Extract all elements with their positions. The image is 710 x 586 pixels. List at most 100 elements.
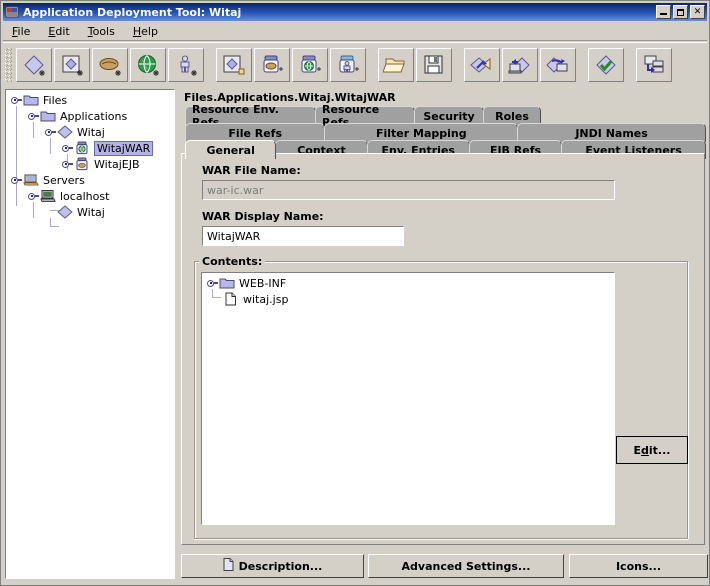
general-tab-panel: WAR File Name: war-ic.war WAR Display Na… — [181, 153, 705, 545]
description-button-label: Description... — [238, 559, 323, 573]
tree-item-applications[interactable]: Applications — [27, 108, 127, 124]
menu-item-file[interactable]: File — [3, 24, 39, 39]
tree-connector — [50, 138, 51, 154]
tree-item-label: Witaj — [77, 125, 105, 139]
advanced-settings-button[interactable]: Advanced Settings... — [368, 554, 564, 578]
tree-item-label: Files — [43, 93, 68, 107]
war-file-name-field: war-ic.war — [202, 180, 615, 200]
tab-bar: Resource Env. Refs Resource Refs Securit… — [181, 103, 706, 159]
tree-expander-icon[interactable] — [44, 126, 57, 139]
tree-connector — [212, 297, 221, 298]
computer-icon — [40, 189, 56, 203]
new-web-component-icon[interactable] — [54, 48, 90, 82]
tree-item-witajejb[interactable]: WitajEJB — [61, 156, 140, 172]
edit-button[interactable]: Edit... — [616, 436, 688, 464]
edit-button-label: Edit... — [633, 443, 671, 457]
group-border-left-hi — [195, 262, 196, 539]
new-web-app-icon[interactable] — [130, 48, 166, 82]
main-content: Files Applications Witaj WitajWAR WitajE… — [3, 87, 708, 583]
tree-item-label: WitajWAR — [94, 140, 154, 156]
computer-icon — [23, 173, 39, 187]
title-bar: Application Deployment Tool: Witaj ✕ — [3, 3, 707, 21]
tree-item-label: WitajEJB — [94, 157, 140, 171]
contents-group-label: Contents: — [199, 255, 266, 268]
minimize-button[interactable] — [656, 5, 671, 19]
icons-button[interactable]: Icons... — [569, 554, 708, 578]
new-client-jar-icon[interactable] — [330, 48, 366, 82]
tree-item-witaj-deployed[interactable]: Witaj — [57, 204, 105, 220]
tree-item-label: Servers — [43, 173, 85, 187]
advanced-settings-button-label: Advanced Settings... — [401, 559, 531, 573]
war-display-name-input[interactable]: WitajWAR — [202, 226, 404, 246]
contents-item-label: witaj.jsp — [243, 292, 289, 306]
menu-item-edit[interactable]: Edit — [39, 24, 78, 39]
close-button[interactable]: ✕ — [690, 5, 705, 19]
detail-pane: Files.Applications.Witaj.WitajWAR Resour… — [181, 87, 708, 583]
file-icon — [223, 292, 239, 306]
undeploy-icon[interactable] — [540, 48, 576, 82]
server-config-icon[interactable] — [636, 48, 672, 82]
app-icon — [5, 5, 19, 19]
tree-expander-icon[interactable] — [61, 142, 74, 155]
verify-icon[interactable] — [588, 48, 624, 82]
save-icon[interactable] — [416, 48, 452, 82]
icons-button-label: Icons... — [615, 559, 662, 573]
group-border-right-hi — [688, 262, 689, 539]
tree-item-servers[interactable]: Servers — [10, 172, 85, 188]
tree-connector — [33, 122, 34, 138]
group-border-bottom-hi — [194, 539, 688, 540]
new-war-icon[interactable] — [292, 48, 328, 82]
maximize-button[interactable] — [673, 5, 688, 19]
contents-item-label: WEB-INF — [239, 276, 287, 290]
bottom-button-bar: Description... Advanced Settings... Icon… — [181, 547, 708, 581]
contents-tree[interactable]: WEB-INF witaj.jsp — [201, 272, 615, 525]
menu-bar: File Edit Tools Help — [3, 22, 707, 41]
tab-general[interactable]: General — [185, 140, 277, 159]
window-controls: ✕ — [656, 5, 705, 19]
tree-item-localhost[interactable]: localhost — [27, 188, 109, 204]
tree-item-witaj-app[interactable]: Witaj — [44, 124, 105, 140]
menu-item-help[interactable]: Help — [124, 24, 167, 39]
tree-item-witajwar[interactable]: WitajWAR — [61, 140, 154, 156]
tree-expander-icon[interactable] — [61, 158, 74, 171]
folder-icon — [23, 93, 39, 107]
tree-connector — [33, 202, 34, 218]
navigation-tree[interactable]: Files Applications Witaj WitajWAR WitajE… — [5, 89, 175, 579]
description-button[interactable]: Description... — [181, 554, 364, 578]
tree-expander-icon[interactable] — [27, 190, 40, 203]
new-app-client-icon[interactable] — [168, 48, 204, 82]
tree-item-label: localhost — [60, 189, 110, 203]
diamond-icon — [57, 205, 73, 219]
folder-icon — [219, 276, 235, 290]
open-application-icon[interactable] — [216, 48, 252, 82]
window-title: Application Deployment Tool: Witaj — [23, 5, 242, 19]
menu-item-tools[interactable]: Tools — [79, 24, 124, 39]
tree-expander-icon[interactable] — [10, 94, 23, 107]
contents-item-witajjsp[interactable]: witaj.jsp — [223, 291, 288, 307]
war-jar-icon — [74, 141, 90, 155]
war-display-name-label: WAR Display Name: — [202, 210, 324, 223]
war-file-name-label: WAR File Name: — [202, 164, 301, 177]
tree-expander-icon[interactable] — [10, 174, 23, 187]
tree-item-label: Applications — [60, 109, 128, 123]
ejb-jar-icon — [74, 157, 90, 171]
toolbar-grip[interactable] — [5, 48, 12, 82]
tree-expander-icon[interactable] — [206, 277, 219, 290]
new-ejb-jar-icon[interactable] — [254, 48, 290, 82]
deploy-to-server-icon[interactable] — [502, 48, 538, 82]
diamond-icon — [57, 125, 73, 139]
new-enterprise-bean-icon[interactable] — [92, 48, 128, 82]
group-border-top-hi — [194, 262, 688, 263]
application-window: Application Deployment Tool: Witaj ✕ Fil… — [0, 0, 710, 586]
folder-icon — [40, 109, 56, 123]
document-icon — [223, 558, 234, 574]
new-application-icon[interactable] — [16, 48, 52, 82]
tree-item-files[interactable]: Files — [10, 92, 67, 108]
tree-item-label: Witaj — [77, 205, 105, 219]
toolbar — [3, 42, 707, 87]
contents-item-webinf[interactable]: WEB-INF — [206, 275, 286, 291]
tree-expander-icon[interactable] — [27, 110, 40, 123]
deploy-icon[interactable] — [464, 48, 500, 82]
tree-connector — [16, 106, 17, 206]
open-folder-icon[interactable] — [378, 48, 414, 82]
